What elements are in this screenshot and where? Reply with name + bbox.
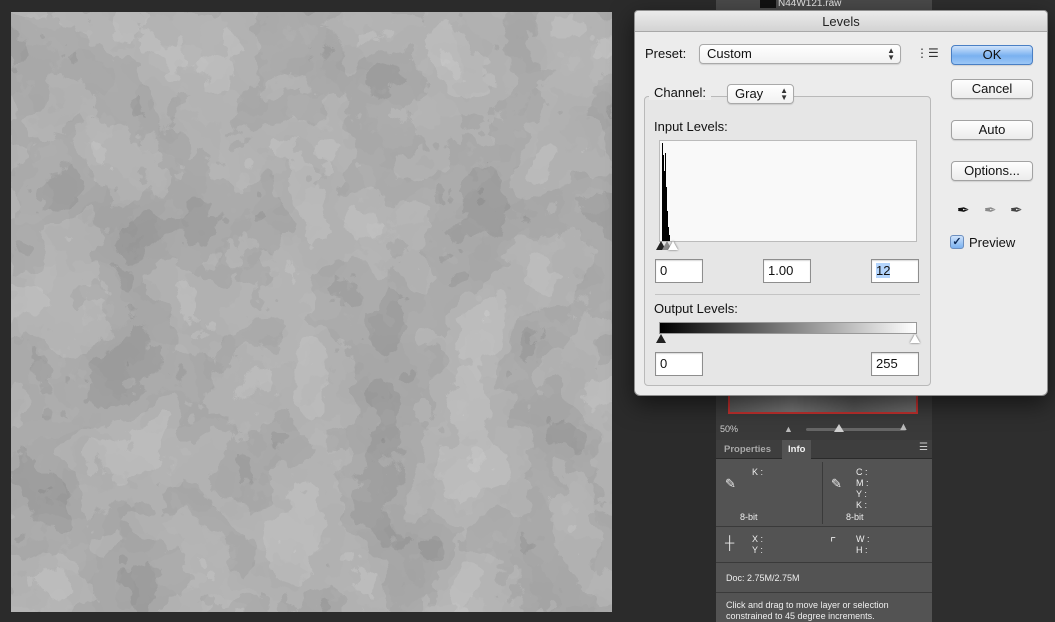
- ok-button[interactable]: OK: [951, 45, 1033, 65]
- zoom-out-icon[interactable]: ▲: [784, 424, 793, 434]
- dialog-title[interactable]: Levels: [635, 11, 1047, 32]
- info-divider: [716, 562, 932, 563]
- zoom-slider-handle[interactable]: [834, 424, 844, 432]
- info-w: W :: [856, 534, 870, 544]
- output-levels-label: Output Levels:: [654, 301, 738, 316]
- status-hint: Click and drag to move layer or selectio…: [726, 600, 889, 621]
- output-gradient-bar: [659, 322, 917, 334]
- eyedropper-icon: ✎: [831, 476, 842, 491]
- channel-legend: Channel:: [649, 85, 712, 100]
- terrain-heightmap-image: [11, 12, 612, 612]
- zoom-slider-track[interactable]: [806, 428, 906, 431]
- doc-size: Doc: 2.75M/2.75M: [726, 573, 800, 583]
- auto-button[interactable]: Auto: [951, 120, 1033, 140]
- info-y-coord: Y :: [752, 545, 763, 555]
- info-y: Y :: [856, 489, 867, 499]
- crosshair-icon: ┼: [725, 535, 735, 550]
- select-arrows-icon: ▲ ▼: [887, 46, 895, 62]
- options-button[interactable]: Options...: [951, 161, 1033, 181]
- navigator-preview[interactable]: [728, 396, 918, 414]
- input-black-field[interactable]: 0: [655, 259, 703, 283]
- select-arrows-icon: ▲ ▼: [780, 86, 788, 102]
- channel-select[interactable]: Gray ▲ ▼: [727, 84, 794, 104]
- histogram-graph: [662, 143, 670, 241]
- layer-thumbnail: [760, 0, 776, 8]
- tab-info[interactable]: Info: [782, 440, 812, 459]
- panel-menu-icon[interactable]: ☰: [919, 442, 928, 453]
- info-c: C :: [856, 467, 868, 477]
- histogram: [659, 140, 917, 242]
- info-h: H :: [856, 545, 868, 555]
- info-m: M :: [856, 478, 869, 488]
- preset-options-icon[interactable]: ⋮☰: [916, 46, 939, 60]
- info-divider: [822, 462, 823, 524]
- eyedropper-icon: ✎: [725, 476, 736, 491]
- channel-label: Channel:: [654, 85, 707, 100]
- info-k-left: K :: [752, 467, 764, 477]
- input-levels-label: Input Levels:: [654, 119, 728, 134]
- white-point-eyedropper-icon[interactable]: ✒: [1010, 201, 1023, 219]
- channel-select-value: Gray: [735, 86, 764, 101]
- preview-checkbox[interactable]: ✓: [950, 235, 964, 249]
- output-black-field[interactable]: 0: [655, 352, 703, 376]
- output-black-slider[interactable]: [656, 334, 666, 343]
- selection-size-icon: ⌜: [830, 535, 837, 550]
- gray-point-eyedropper-icon[interactable]: ✒: [984, 201, 997, 219]
- layer-name[interactable]: N44W121.raw: [778, 0, 841, 9]
- output-white-field[interactable]: 255: [871, 352, 919, 376]
- info-panel: Properties Info ☰ ✎ K : 8-bit ✎ C : M : …: [716, 440, 932, 622]
- info-k-right: K :: [856, 500, 868, 510]
- levels-dialog: Levels Preset: Custom ▲ ▼ ⋮☰ OK Cancel Au…: [634, 10, 1048, 396]
- preview-label[interactable]: Preview: [969, 235, 1015, 250]
- info-bitdepth-right: 8-bit: [846, 512, 864, 522]
- info-divider: [716, 592, 932, 593]
- input-white-value: 12: [876, 263, 891, 278]
- tab-properties[interactable]: Properties: [718, 440, 777, 459]
- cancel-button[interactable]: Cancel: [951, 79, 1033, 99]
- navigator-zoom-value[interactable]: 50%: [720, 424, 738, 434]
- output-white-slider[interactable]: [910, 334, 920, 343]
- info-bitdepth-left: 8-bit: [740, 512, 758, 522]
- zoom-in-icon[interactable]: ▲: [898, 421, 909, 433]
- panel-tabbar: Properties Info ☰: [716, 440, 932, 459]
- preset-select[interactable]: Custom ▲ ▼: [699, 44, 901, 64]
- input-white-slider[interactable]: [668, 241, 678, 250]
- info-x: X :: [752, 534, 764, 544]
- navigator-panel: 50% ▲ ▲: [716, 396, 932, 440]
- document-canvas[interactable]: [11, 12, 612, 612]
- preset-select-value: Custom: [707, 46, 752, 61]
- black-point-eyedropper-icon[interactable]: ✒: [957, 201, 970, 219]
- input-white-field[interactable]: 12: [871, 259, 919, 283]
- section-separator: [655, 294, 920, 295]
- preset-label: Preset:: [645, 46, 687, 61]
- input-gamma-field[interactable]: 1.00: [763, 259, 811, 283]
- info-divider: [716, 526, 932, 527]
